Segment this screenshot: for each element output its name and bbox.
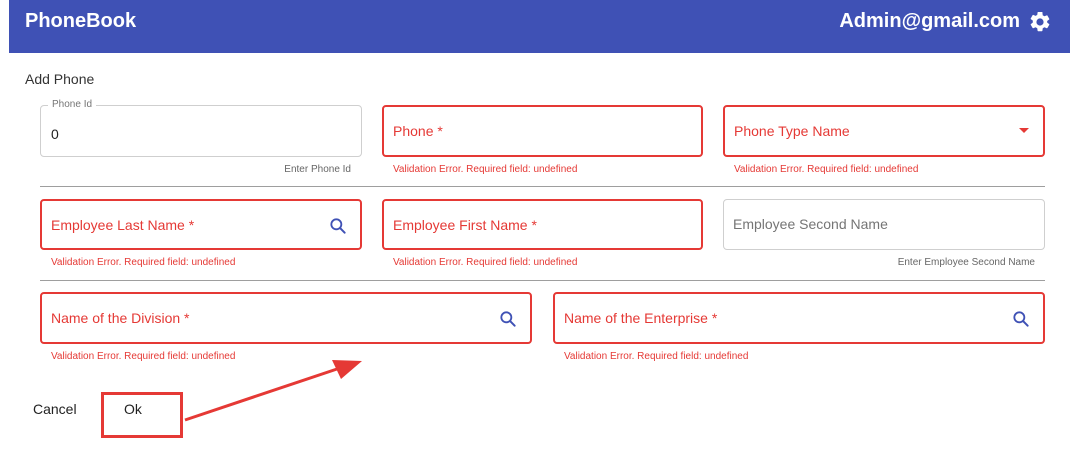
annotation-arrow	[184, 360, 362, 422]
